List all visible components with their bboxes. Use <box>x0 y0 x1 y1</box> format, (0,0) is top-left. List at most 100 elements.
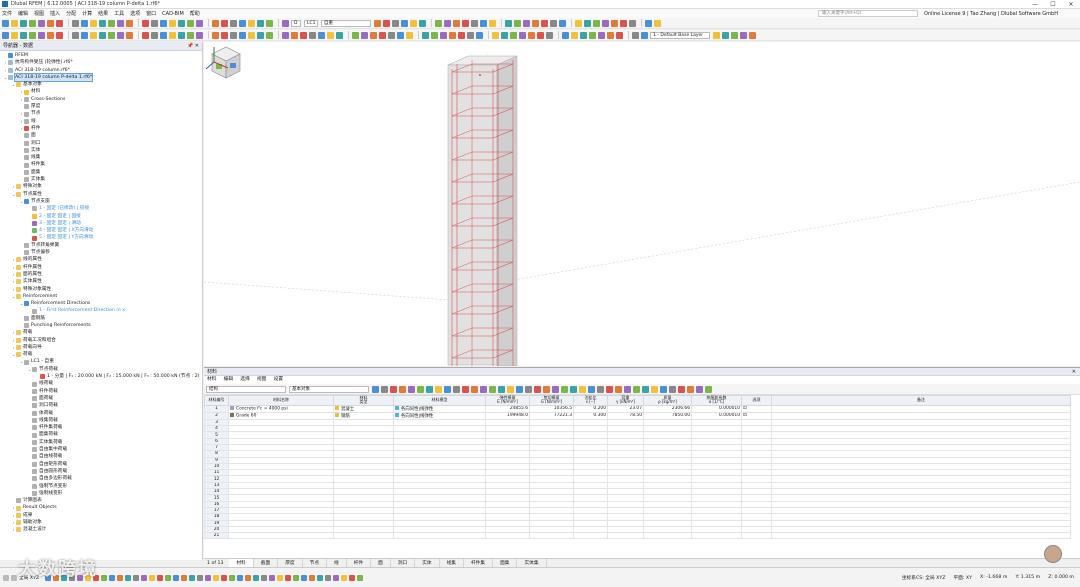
toolbar-tool-icon[interactable] <box>126 19 133 27</box>
table-menu-materials[interactable]: 材料 <box>207 376 217 384</box>
table-cell-E[interactable]: 24855.6 <box>485 404 530 413</box>
table-row[interactable]: 2 Grade 60 钢筋 各向同性|线弹性 199948.0 77221.3 0.300 7… <box>204 411 1071 420</box>
toolbar-tool-icon[interactable] <box>645 19 652 27</box>
tree-item[interactable]: ⌄ 节点支座 <box>0 198 202 205</box>
column-header[interactable]: 材料 类型 <box>333 395 394 406</box>
status-tool-icon[interactable] <box>357 574 364 581</box>
status-tool-icon[interactable] <box>349 574 356 581</box>
status-tool-icon[interactable] <box>229 574 236 581</box>
toolbar-tool-icon[interactable] <box>641 31 648 39</box>
table-cell[interactable] <box>228 532 334 540</box>
tree-item[interactable]: Punching Reinforcements <box>0 322 202 329</box>
toolbar-tool-icon[interactable] <box>492 31 499 39</box>
table-tool-icon[interactable] <box>525 385 532 393</box>
tree-item[interactable]: › Cross-Sections <box>0 96 202 103</box>
tree-item[interactable]: › 节点 <box>0 110 202 117</box>
table-cell-name[interactable]: Concrete f'c = 4000 psi <box>228 404 334 413</box>
toolbar-tool-icon[interactable] <box>282 31 289 39</box>
toolbar-tool-icon[interactable] <box>562 31 569 39</box>
tree-item[interactable]: 面集荷载 <box>0 431 202 438</box>
toolbar-tool-icon[interactable] <box>142 19 149 27</box>
table-menu-view[interactable]: 视图 <box>257 376 267 384</box>
table-cell[interactable] <box>607 532 644 540</box>
toolbar-tool-icon[interactable] <box>29 19 36 27</box>
toolbar-tool-icon[interactable] <box>117 31 124 39</box>
toolbar-tool-icon[interactable] <box>713 31 720 39</box>
table-tool-icon[interactable] <box>408 385 415 393</box>
table-tool-icon[interactable] <box>417 385 424 393</box>
toolbar-tool-icon[interactable] <box>178 31 185 39</box>
toolbar-tool-icon[interactable] <box>266 31 273 39</box>
toolbar-tool-icon[interactable] <box>611 19 618 27</box>
table-tool-icon[interactable] <box>516 385 523 393</box>
table-tool-icon[interactable] <box>624 385 631 393</box>
toolbar-tool-icon[interactable] <box>541 19 548 27</box>
tree-item[interactable]: › 荷载 <box>0 329 202 336</box>
toolbar-tool-icon[interactable] <box>169 31 176 39</box>
layer-select[interactable]: 1 - Default Base Layer <box>650 31 710 39</box>
toolbar-tool-icon[interactable] <box>379 31 386 39</box>
toolbar-tool-icon[interactable] <box>722 31 729 39</box>
toolbar-tool-icon[interactable] <box>383 19 390 27</box>
toolbar-tool-icon[interactable] <box>361 31 368 39</box>
toolbar-tool-icon[interactable] <box>196 31 203 39</box>
tree-item[interactable]: 杆件荷载 <box>0 388 202 395</box>
table-cell-rho[interactable]: 7850.00 <box>643 411 692 420</box>
tree-item[interactable]: 节点偏移 <box>0 249 202 256</box>
table-tool-icon[interactable] <box>372 385 379 393</box>
table-cell-no[interactable]: 1 <box>204 404 229 413</box>
table-tool-icon[interactable] <box>507 385 514 393</box>
tree-item[interactable]: 节点转角弹簧 <box>0 242 202 249</box>
tree-item[interactable]: ⌄ 基本对象 <box>0 81 202 88</box>
tree-item[interactable]: 2 - 固定 固定 | 固接 <box>0 213 202 220</box>
menu-edit[interactable]: 编辑 <box>18 10 28 17</box>
toolbar-tool-icon[interactable] <box>519 31 526 39</box>
toolbar-tool-icon[interactable] <box>632 31 639 39</box>
toolbar-tool-icon[interactable] <box>616 31 623 39</box>
tree-item[interactable]: › 实体属性 <box>0 278 202 285</box>
table-cell-nu[interactable]: 0.200 <box>573 404 608 413</box>
loadcase-select[interactable]: LC1 <box>304 19 318 27</box>
toolbar-tool-icon[interactable] <box>20 31 27 39</box>
table-menu-settings[interactable]: 设置 <box>273 376 283 384</box>
table-tool-icon[interactable] <box>660 385 667 393</box>
status-tool-icon[interactable] <box>317 574 324 581</box>
toolbar-tool-icon[interactable] <box>740 31 747 39</box>
toolbar-tool-icon[interactable] <box>629 19 636 27</box>
toolbar-tool-icon[interactable] <box>410 19 417 27</box>
tree-item[interactable]: › 杆件属性 <box>0 264 202 271</box>
table-cell[interactable] <box>333 532 394 540</box>
toolbar-tool-icon[interactable] <box>56 19 63 27</box>
tree-item[interactable]: 杆件集 <box>0 161 202 168</box>
table-tool-icon[interactable] <box>444 385 451 393</box>
tree-item[interactable]: › 特殊对象 <box>0 183 202 190</box>
tree-item[interactable]: 自由多边形荷载 <box>0 475 202 482</box>
tree-item[interactable]: 面荷载 <box>0 395 202 402</box>
toolbar-tool-icon[interactable] <box>336 31 343 39</box>
table-menu-select[interactable]: 选择 <box>240 376 250 384</box>
menu-help[interactable]: 帮助 <box>190 10 200 17</box>
toolbar-tool-icon[interactable] <box>142 31 149 39</box>
table-tool-icon[interactable] <box>570 385 577 393</box>
tree-item[interactable]: RFEM <box>0 52 202 59</box>
tree-item[interactable]: ⌄ 节点荷载 <box>0 366 202 373</box>
toolbar-tool-icon[interactable] <box>300 31 307 39</box>
tree-item[interactable]: 洞口荷载 <box>0 402 202 409</box>
table-tool-icon[interactable] <box>498 385 505 393</box>
toolbar-tool-icon[interactable] <box>230 19 237 27</box>
toolbar-tool-icon[interactable] <box>523 19 530 27</box>
tree-item[interactable]: › Result Objects <box>0 504 202 511</box>
table-tool-icon[interactable] <box>633 385 640 393</box>
toolbar-tool-icon[interactable] <box>422 31 429 39</box>
table-tool-icon[interactable] <box>534 385 541 393</box>
toolbar-tool-icon[interactable] <box>160 31 167 39</box>
toolbar-tool-icon[interactable] <box>117 19 124 27</box>
toolbar-tool-icon[interactable] <box>309 31 316 39</box>
tree-item[interactable]: ⌄ Reinforcement Directions <box>0 300 202 307</box>
toolbar-tool-icon[interactable] <box>749 31 756 39</box>
toolbar-tool-icon[interactable] <box>239 31 246 39</box>
toolbar-tool-icon[interactable] <box>598 31 605 39</box>
tree-item[interactable]: ⌄ 荷载 <box>0 351 202 358</box>
tree-item[interactable]: 强制线变形 <box>0 490 202 497</box>
tree-item[interactable]: 计算图表 <box>0 497 202 504</box>
